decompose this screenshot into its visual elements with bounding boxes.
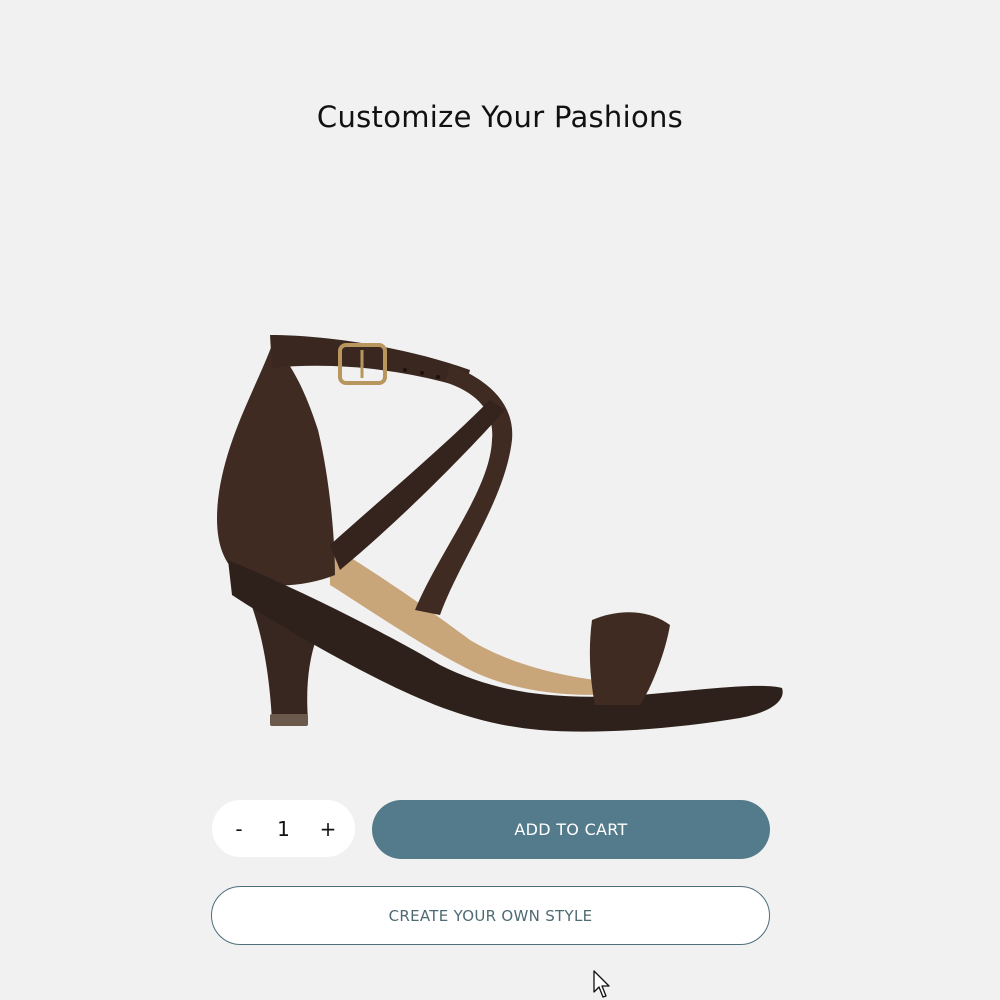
sandal-cross-strap (415, 365, 513, 615)
create-your-own-style-button[interactable]: CREATE YOUR OWN STYLE (211, 886, 770, 945)
mouse-pointer-icon (593, 970, 610, 998)
sandal-ankle-strap (270, 335, 470, 388)
sandal-heel-tip (270, 714, 308, 726)
sandal-product-image (217, 335, 783, 732)
quantity-value[interactable]: 1 (264, 817, 304, 841)
increment-button[interactable]: + (313, 814, 343, 844)
page-title: Customize Your Pashions (316, 100, 684, 134)
sandal-cross-strap-2 (330, 400, 505, 570)
sandal-toe-strap (589, 612, 670, 705)
product-page: Customize Your Pashions - 1 + ADD TO CAR… (0, 0, 1000, 1000)
add-to-cart-button[interactable]: ADD TO CART (372, 800, 770, 859)
sandal-heel-counter (217, 345, 335, 586)
quantity-stepper[interactable]: - 1 + (212, 800, 355, 857)
decrement-button[interactable]: - (224, 814, 254, 844)
